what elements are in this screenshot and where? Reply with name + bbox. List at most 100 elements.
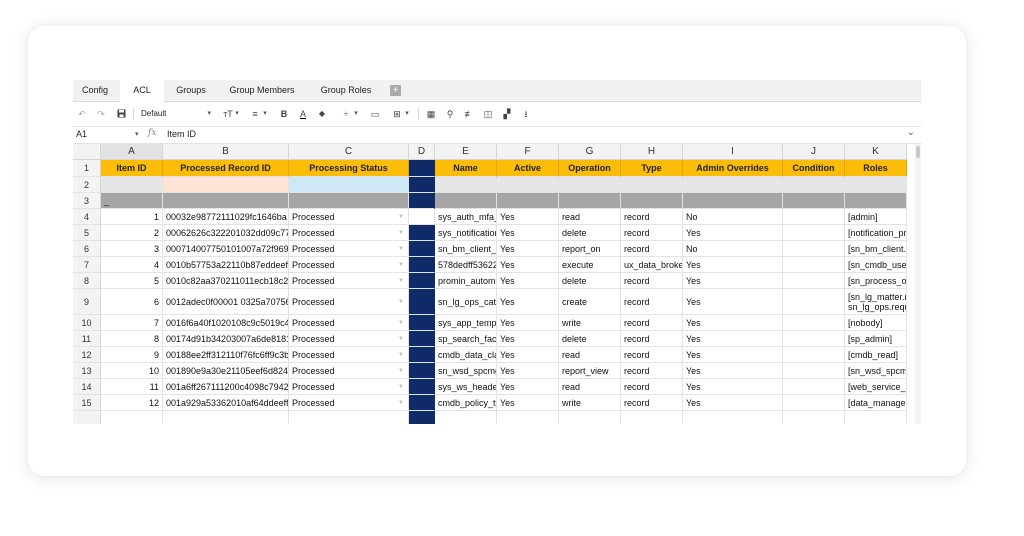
- column-header-a[interactable]: A: [101, 144, 163, 160]
- table-cell[interactable]: [783, 395, 845, 411]
- table-cell[interactable]: [783, 241, 845, 257]
- accent-column-cell[interactable]: [409, 379, 435, 395]
- table-cell[interactable]: execute: [559, 257, 621, 273]
- grid-cell[interactable]: [845, 177, 907, 193]
- table-cell[interactable]: [783, 209, 845, 225]
- text-color-icon[interactable]: A: [297, 106, 309, 122]
- table-cell[interactable]: 0016f6a40f1020108c9c5019c47: [163, 315, 289, 331]
- table-cell[interactable]: [783, 315, 845, 331]
- accent-column-cell[interactable]: [409, 331, 435, 347]
- add-sheet-icon[interactable]: +: [390, 85, 401, 96]
- table-cell[interactable]: Yes: [497, 273, 559, 289]
- chevron-down-icon[interactable]: ▼: [398, 299, 404, 305]
- table-cell[interactable]: sys_app_templ: [435, 315, 497, 331]
- borders-icon[interactable]: ⊞: [391, 106, 403, 122]
- grid-cell[interactable]: [845, 193, 907, 209]
- status-cell[interactable]: Processed ▼: [289, 241, 409, 257]
- status-cell[interactable]: Processed ▼: [289, 379, 409, 395]
- grid-cell[interactable]: [163, 411, 289, 424]
- table-cell[interactable]: 001890e9a30e21105eef6d8246: [163, 363, 289, 379]
- grid-cell[interactable]: [163, 193, 289, 209]
- grid-cell[interactable]: [101, 411, 163, 424]
- chevron-down-icon[interactable]: ▼: [398, 262, 404, 268]
- accent-column-cell[interactable]: [409, 315, 435, 331]
- table-cell[interactable]: 578dedff53622: [435, 257, 497, 273]
- table-cell[interactable]: 00174d91b34203007a6de8181: [163, 331, 289, 347]
- table-cell[interactable]: cmdb_policy_ty: [435, 395, 497, 411]
- expand-icon[interactable]: ⌄: [907, 127, 915, 138]
- status-cell[interactable]: Processed ▼: [289, 289, 409, 315]
- row-header[interactable]: 6: [73, 241, 101, 257]
- table-cell[interactable]: read: [559, 209, 621, 225]
- spreadsheet-grid[interactable]: A B C D E F G H I J K 1 Item ID Processed Record ID Pr…: [73, 144, 921, 424]
- table-cell[interactable]: 2: [101, 225, 163, 241]
- table-cell[interactable]: cmdb_data_cla: [435, 347, 497, 363]
- chevron-down-icon[interactable]: ▼: [398, 400, 404, 406]
- column-header-c[interactable]: C: [289, 144, 409, 160]
- row-header[interactable]: 2: [73, 177, 101, 193]
- search-icon[interactable]: ⚲: [444, 106, 456, 122]
- status-cell[interactable]: Processed ▼: [289, 225, 409, 241]
- row-header[interactable]: 7: [73, 257, 101, 273]
- table-cell[interactable]: Yes: [497, 257, 559, 273]
- row-header[interactable]: 14: [73, 379, 101, 395]
- table-cell[interactable]: [notification_prov: [845, 225, 907, 241]
- chevron-down-icon[interactable]: ▼: [398, 214, 404, 220]
- grid-cell[interactable]: [683, 193, 783, 209]
- table-cell[interactable]: [admin]: [845, 209, 907, 225]
- row-header[interactable]: 12: [73, 347, 101, 363]
- grid-cell[interactable]: [497, 411, 559, 424]
- grid-cell[interactable]: [559, 177, 621, 193]
- table-cell[interactable]: 0010b57753a22110b87eddeeff: [163, 257, 289, 273]
- table-cell[interactable]: sp_search_face: [435, 331, 497, 347]
- table-cell[interactable]: [783, 363, 845, 379]
- table-cell[interactable]: [783, 257, 845, 273]
- grid-cell[interactable]: [435, 177, 497, 193]
- column-header-i[interactable]: I: [683, 144, 783, 160]
- table-cell[interactable]: sn_bm_client_r: [435, 241, 497, 257]
- table-cell[interactable]: 0010c82aa370211011ecb18c2e: [163, 273, 289, 289]
- table-cell[interactable]: No: [683, 241, 783, 257]
- table-cell[interactable]: promin_automa: [435, 273, 497, 289]
- grid-cell[interactable]: [621, 177, 683, 193]
- accent-column-cell[interactable]: [409, 273, 435, 289]
- table-cell[interactable]: record: [621, 379, 683, 395]
- tab-group-roles[interactable]: Group Roles: [309, 80, 383, 101]
- table-cell[interactable]: create: [559, 289, 621, 315]
- table-cell[interactable]: record: [621, 225, 683, 241]
- table-cell[interactable]: [data_manager_a: [845, 395, 907, 411]
- table-cell[interactable]: 10: [101, 363, 163, 379]
- table-cell[interactable]: 00188ee2ff312110f76fc6ff9c3bf: [163, 347, 289, 363]
- table-cell[interactable]: sys_auth_mfa_: [435, 209, 497, 225]
- grid-cell[interactable]: [435, 193, 497, 209]
- table-cell[interactable]: [sn_lg_matter.masn_lg_ops.reque: [845, 289, 907, 315]
- accent-column-cell[interactable]: [409, 241, 435, 257]
- insert-icon[interactable]: ▦: [425, 106, 437, 122]
- table-cell[interactable]: 001a929a53362010af64ddeeff7: [163, 395, 289, 411]
- redo-icon[interactable]: ↷: [95, 106, 107, 122]
- column-header-d[interactable]: D: [409, 144, 435, 160]
- table-cell[interactable]: report_view: [559, 363, 621, 379]
- row-header[interactable]: [73, 411, 101, 424]
- status-cell[interactable]: Processed ▼: [289, 395, 409, 411]
- table-cell[interactable]: [783, 273, 845, 289]
- column-header-g[interactable]: G: [559, 144, 621, 160]
- accent-column-cell[interactable]: [409, 289, 435, 315]
- table-cell[interactable]: [783, 225, 845, 241]
- vertical-scrollbar[interactable]: [915, 144, 921, 424]
- row-header[interactable]: 5: [73, 225, 101, 241]
- status-cell[interactable]: Processed ▼: [289, 315, 409, 331]
- table-cell[interactable]: [sp_admin]: [845, 331, 907, 347]
- table-cell[interactable]: Yes: [497, 315, 559, 331]
- table-cell[interactable]: [783, 331, 845, 347]
- grid-cell[interactable]: [845, 411, 907, 424]
- table-cell[interactable]: Yes: [683, 273, 783, 289]
- grid-cell[interactable]: [783, 177, 845, 193]
- undo-icon[interactable]: ↶: [76, 106, 88, 122]
- table-cell[interactable]: [783, 379, 845, 395]
- table-cell[interactable]: [783, 347, 845, 363]
- chevron-down-icon[interactable]: ▼: [398, 320, 404, 326]
- status-cell[interactable]: Processed ▼: [289, 347, 409, 363]
- font-family-select[interactable]: Default ▾: [141, 106, 211, 122]
- table-cell[interactable]: [sn_wsd_spcmgm: [845, 363, 907, 379]
